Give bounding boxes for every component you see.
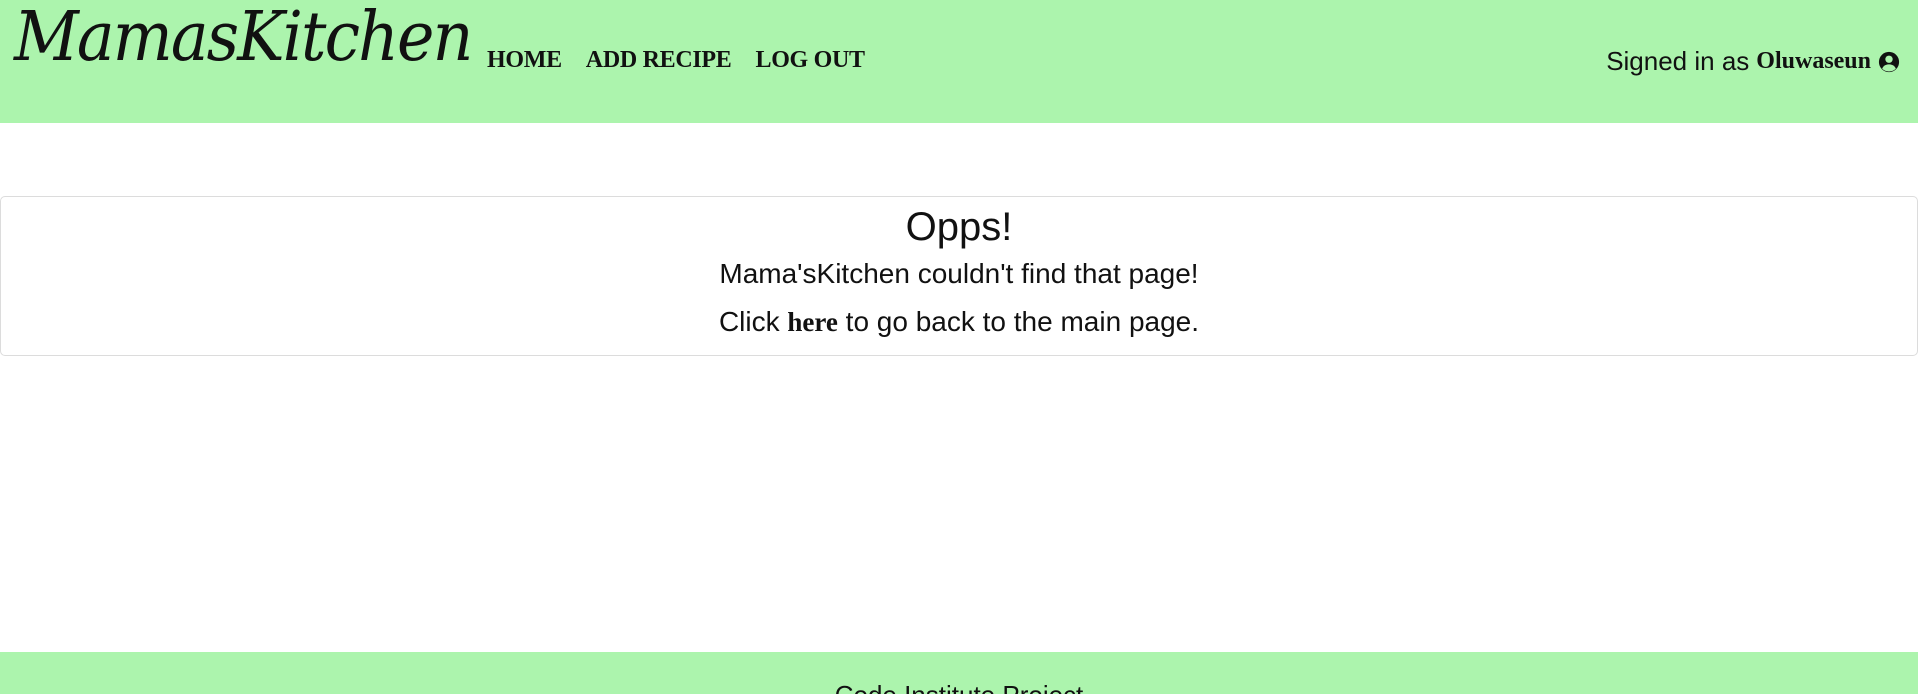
back-instruction: Click here to go back to the main page. xyxy=(1,305,1917,339)
signed-in-status: Signed in as Oluwaseun xyxy=(1606,46,1900,77)
error-card: Opps! Mama'sKitchen couldn't find that p… xyxy=(0,196,1918,356)
error-title: Opps! xyxy=(905,205,1013,249)
username: Oluwaseun xyxy=(1756,48,1871,74)
navbar: MamasKitchen HOME ADD RECIPE LOG OUT Sig… xyxy=(0,0,1918,123)
user-circle-icon xyxy=(1878,51,1900,72)
nav-log-out-link[interactable]: LOG OUT xyxy=(755,47,865,74)
error-message: Mama'sKitchen couldn't find that page! xyxy=(719,258,1199,289)
click-prefix: Click xyxy=(718,306,780,337)
footer: Code Institute Project xyxy=(0,652,1918,694)
signed-in-label: Signed in as xyxy=(1606,46,1750,76)
back-home-link[interactable]: here xyxy=(787,307,837,337)
click-suffix: to go back to the main page. xyxy=(845,306,1200,337)
nav-links: HOME ADD RECIPE LOG OUT xyxy=(487,47,865,74)
brand-logo-link[interactable]: MamasKitchen xyxy=(14,4,473,72)
footer-text: Code Institute Project xyxy=(0,680,1918,694)
nav-add-recipe-link[interactable]: ADD RECIPE xyxy=(586,47,732,74)
nav-home-link[interactable]: HOME xyxy=(487,47,562,74)
